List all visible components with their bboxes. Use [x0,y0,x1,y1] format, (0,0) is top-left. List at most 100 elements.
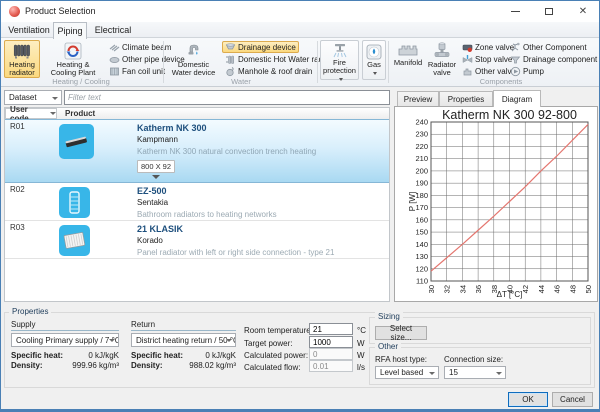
row-code: R01 [10,122,25,131]
ok-button[interactable]: OK [508,392,548,407]
supply-label: Supply [11,320,35,329]
return-density-label: Density: [131,361,163,370]
stop-valve-icon [462,54,473,65]
svg-text:46: 46 [553,285,562,293]
calculated-power-label: Calculated power: [244,351,308,360]
app-icon [9,6,20,17]
room-temperature-input[interactable] [309,323,353,335]
supply-combobox[interactable]: Cooling Primary supply / 7 °C [11,333,119,347]
supply-density-value: 999.96 kg/m³ [61,361,119,370]
svg-text:P [W]: P [W] [408,192,417,211]
maximize-button[interactable] [532,1,566,22]
chevron-down-icon[interactable] [152,175,160,179]
tab-properties[interactable]: Properties [439,91,493,107]
svg-text:48: 48 [568,285,577,293]
svg-text:32: 32 [443,285,452,293]
minimize-icon [511,11,520,12]
heating-radiator-icon [13,42,31,60]
svg-text:Katherm NK 300 92-800: Katherm NK 300 92-800 [442,108,577,122]
ribbon-button-domestic-water-device[interactable]: Domestic Water device [166,40,221,78]
calculated-flow-label: Calculated flow: [244,363,300,372]
ribbon-item-fan-coil-unit[interactable]: Fan coil unit [106,65,168,77]
svg-text:240: 240 [415,118,428,127]
return-combobox[interactable]: District heating return / 50 °C [131,333,236,347]
maximize-icon [545,8,553,15]
product-thumbnail [59,187,90,218]
ribbon-item-climate-beam[interactable]: Climate beam [106,41,174,53]
tab-diagram[interactable]: Diagram [493,90,541,107]
ribbon-item-drainage-device[interactable]: Drainage device [222,41,299,53]
svg-text:180: 180 [415,191,428,200]
return-specific-heat-label: Specific heat: [131,351,183,360]
svg-text:210: 210 [415,154,428,163]
other-component-icon [510,42,521,53]
ribbon-item-other-component[interactable]: Other Component [507,41,590,53]
product-manufacturer: Kampmann [137,135,178,144]
radiator-valve-icon [433,42,451,60]
tab-electrical[interactable]: Electrical [89,22,137,38]
svg-text:36: 36 [474,285,483,293]
select-size-button[interactable]: Select size... [375,326,427,340]
filter-input[interactable] [64,90,390,105]
svg-text:140: 140 [415,240,428,249]
window-title: Product Selection [25,6,96,16]
svg-text:ΔT [°C]: ΔT [°C] [497,290,523,299]
group-separator [388,41,389,83]
heating-cooling-plant-icon [64,42,82,60]
manifold-icon [397,42,419,58]
minimize-button[interactable] [498,1,532,22]
calculated-flow-input [309,360,353,372]
svg-text:200: 200 [415,166,428,175]
supply-specific-heat-value: 0 kJ/kgK [61,351,119,360]
rfa-host-type-combobox[interactable]: Level based [375,366,439,379]
ribbon-button-heating-radiator[interactable]: Heating radiator [4,40,40,78]
other-group-label: Other [375,342,401,351]
product-row-21klasik[interactable]: R03 21 KLASIK Korado Panel radiator with… [5,221,389,259]
room-temperature-label: Room temperature : [244,326,315,335]
product-description: Katherm NK 300 natural convection trench… [137,147,316,156]
diagram-panel: 3032343638404244464850110120130140150160… [394,106,598,302]
product-description: Panel radiator with left or right side c… [137,248,334,257]
product-manufacturer: Sentakia [137,198,168,207]
svg-text:34: 34 [458,285,467,293]
ribbon-button-heating-cooling-plant[interactable]: Heating & Cooling Plant [42,40,104,78]
ribbon-button-gas[interactable]: Gas [362,40,386,80]
close-button[interactable]: ✕ [566,1,600,22]
product-row-ez500[interactable]: R02 EZ-500 Sentakia Bathroom radiators t… [5,183,389,221]
supply-density-label: Density: [11,361,43,370]
product-row-katherm[interactable]: R01 Katherm NK 300 Kampmann Katherm NK 3… [5,119,389,183]
row-code: R03 [10,223,25,232]
svg-text:220: 220 [415,142,428,151]
fire-protection-icon [331,43,349,59]
group-separator [317,41,318,83]
calculated-flow-unit: l/s [357,363,365,372]
ribbon-item-drainage-component[interactable]: Drainage component [507,53,600,65]
calculated-power-unit: W [357,351,365,360]
tab-preview[interactable]: Preview [397,91,439,107]
group-separator [163,41,164,83]
supply-specific-heat-label: Specific heat: [11,351,63,360]
cancel-button[interactable]: Cancel [552,392,593,407]
column-header-product[interactable]: Product [65,109,95,118]
product-name: Katherm NK 300 [137,123,207,133]
group-label-water: Water [196,77,286,86]
sizing-group-label: Sizing [375,312,403,321]
connection-size-combobox[interactable]: 15 [444,366,506,379]
ribbon-button-fire-protection[interactable]: Fire protection [320,40,359,80]
ribbon-item-manhole-roof-drain[interactable]: Manhole & roof drain [222,65,315,77]
tab-piping[interactable]: Piping [53,22,87,39]
ribbon-item-pump[interactable]: Pump [507,65,547,77]
product-thumbnail [59,124,94,159]
size-selector[interactable]: 800 X 92 [137,160,175,173]
column-header-user-code[interactable]: User code [5,108,57,119]
fan-coil-unit-icon [109,66,120,77]
ribbon-button-radiator-valve[interactable]: Radiator valve [426,40,458,78]
target-power-input[interactable] [309,336,353,348]
properties-group-label: Properties [9,307,51,316]
svg-text:130: 130 [415,252,428,261]
ribbon: Heating radiator Heating & Cooling Plant… [1,38,599,87]
tab-ventilation[interactable]: Ventilation [5,22,53,38]
dataset-combobox[interactable]: Dataset [4,90,62,105]
svg-text:44: 44 [537,285,546,293]
ribbon-button-manifold[interactable]: Manifold [390,40,426,78]
